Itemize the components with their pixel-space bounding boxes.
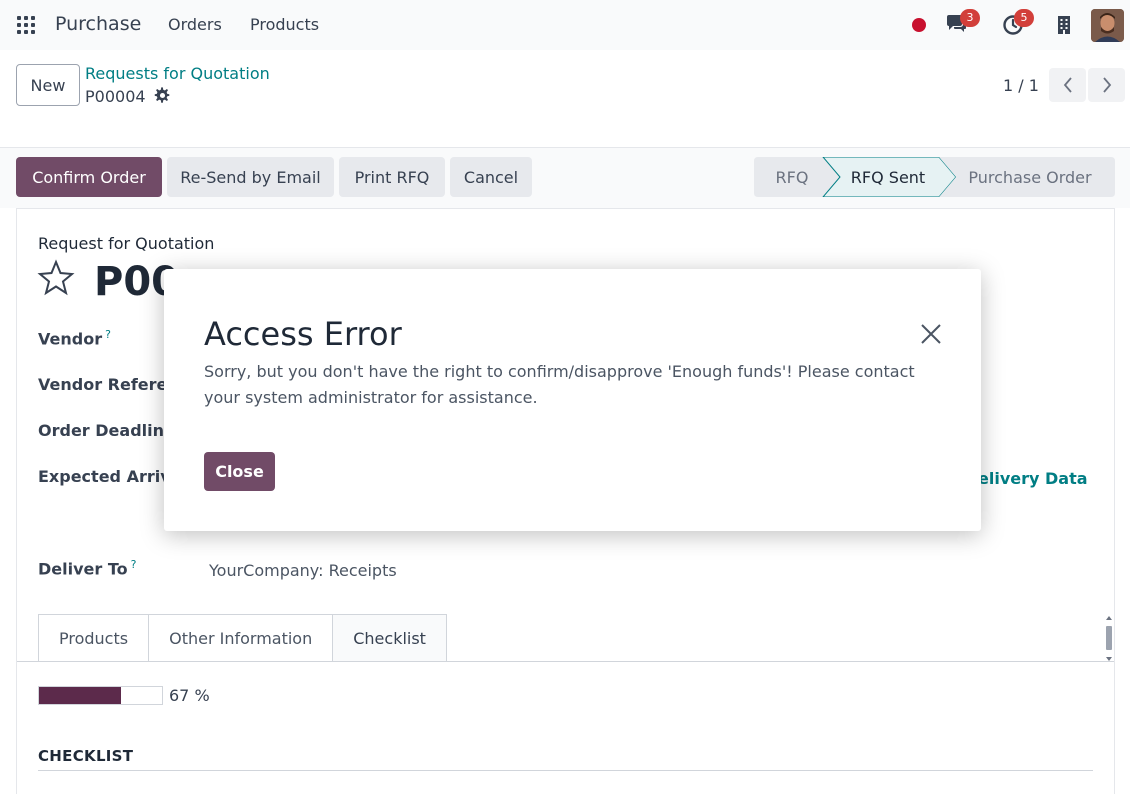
close-icon[interactable] [919,322,943,346]
close-button[interactable]: Close [204,452,275,491]
dialog-title: Access Error [204,315,402,353]
access-error-dialog: Access Error Sorry, but you don't have t… [164,269,981,531]
dialog-message: Sorry, but you don't have the right to c… [204,362,915,407]
